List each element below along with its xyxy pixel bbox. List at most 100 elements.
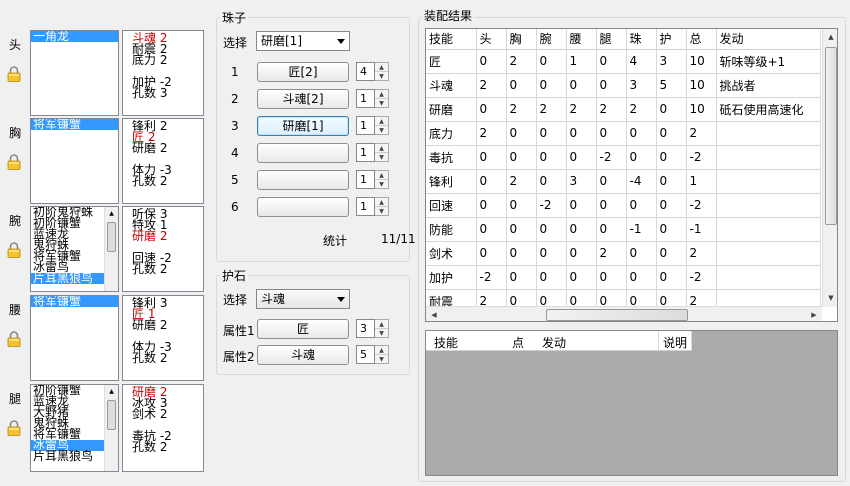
table-cell: 0 (596, 169, 627, 194)
up-arrow-icon[interactable]: ▲ (375, 198, 388, 207)
scroll-down-icon[interactable]: ▼ (824, 291, 837, 305)
bead-button[interactable] (257, 143, 349, 163)
armor-list-item[interactable]: 片耳黑狼鸟 (31, 450, 104, 462)
hscroll-thumb[interactable] (546, 309, 688, 321)
bead-row-number: 1 (231, 65, 239, 79)
table-row[interactable]: 回速 0 0 -2 0 0 0 0 -2 (426, 193, 821, 218)
result-column-header[interactable]: 胸 (506, 29, 537, 50)
scroll-thumb[interactable] (107, 400, 116, 430)
bead-row-number: 2 (231, 92, 239, 106)
table-cell: 10 (686, 97, 717, 122)
lock-icon[interactable] (7, 331, 21, 347)
up-arrow-icon[interactable]: ▲ (375, 63, 388, 72)
down-arrow-icon[interactable]: ▼ (375, 153, 388, 162)
table-row[interactable]: 毒抗 0 0 0 0 -2 0 0 -2 (426, 145, 821, 170)
armor-listbox[interactable]: 将军镰蟹 (30, 118, 119, 204)
table-cell: 0 (656, 145, 687, 170)
armor-list-item[interactable]: 将军镰蟹 (31, 119, 118, 130)
result-column-header[interactable]: 护 (656, 29, 687, 50)
result-column-header[interactable]: 总 (686, 29, 717, 50)
result-column-header[interactable]: 腕 (536, 29, 567, 50)
lock-icon[interactable] (7, 242, 21, 258)
table-row[interactable]: 斗魂 2 0 0 0 0 3 5 10 挑战者 (426, 73, 821, 98)
up-arrow-icon[interactable]: ▲ (375, 171, 388, 180)
amulet-attr1-button[interactable]: 匠 (257, 319, 349, 339)
amulet-attr2-button[interactable]: 斗魂 (257, 345, 349, 365)
scroll-up-icon[interactable]: ▲ (105, 207, 118, 220)
result-hscroll[interactable]: ◀ ▶ (426, 306, 822, 321)
table-row[interactable]: 防能 0 0 0 0 0 -1 0 -1 (426, 217, 821, 242)
scroll-left-icon[interactable]: ◀ (427, 308, 441, 321)
table-cell: 0 (626, 121, 657, 146)
down-arrow-icon[interactable]: ▼ (375, 180, 388, 189)
down-arrow-icon[interactable]: ▼ (375, 99, 388, 108)
amulet-attr2-count[interactable]: 5 (356, 345, 375, 364)
scroll-up-icon[interactable]: ▲ (105, 385, 118, 398)
armor-list-item[interactable]: 将军镰蟹 (31, 296, 118, 307)
lock-icon[interactable] (7, 420, 21, 436)
table-cell: 0 (476, 169, 507, 194)
bead-count[interactable]: 1 (356, 89, 375, 108)
scroll-thumb[interactable] (107, 222, 116, 252)
down-arrow-icon[interactable]: ▼ (375, 207, 388, 216)
result-vscroll[interactable]: ▲ ▼ (822, 29, 837, 307)
down-arrow-icon[interactable]: ▼ (375, 72, 388, 81)
down-arrow-icon[interactable]: ▼ (375, 355, 388, 364)
amulet-attr1-count[interactable]: 3 (356, 319, 375, 338)
table-row[interactable]: 剑术 0 0 0 0 2 0 0 2 (426, 241, 821, 266)
table-cell: 挑战者 (716, 73, 821, 98)
bead-count[interactable]: 1 (356, 197, 375, 216)
table-cell: 0 (656, 217, 687, 242)
table-row[interactable]: 研磨 0 2 2 2 2 2 0 10 砥石使用高速化 (426, 97, 821, 122)
detail-col-desc[interactable]: 说明 (663, 334, 687, 351)
result-column-header[interactable]: 技能 (426, 29, 477, 50)
scroll-up-icon[interactable]: ▲ (824, 30, 837, 44)
table-row[interactable]: 锋利 0 2 0 3 0 -4 0 1 (426, 169, 821, 194)
armor-list-scrollbar[interactable]: ▲ (104, 385, 118, 471)
beads-select[interactable]: 研磨[1] (256, 31, 350, 51)
armor-list-scrollbar[interactable]: ▲ (104, 207, 118, 291)
amulet-attr1-label: 属性1 (223, 324, 255, 338)
detail-col-skill[interactable]: 技能 (434, 334, 458, 351)
down-arrow-icon[interactable]: ▼ (375, 126, 388, 135)
lock-icon[interactable] (7, 66, 21, 82)
scroll-right-icon[interactable]: ▶ (807, 308, 821, 321)
armor-listbox[interactable]: 将军镰蟹 (30, 295, 119, 381)
bead-button[interactable]: 斗魂[2] (257, 89, 349, 109)
armor-listbox[interactable]: 初阶鬼狩蛛 初阶镰蟹 蓝速龙 鬼狩蛛 将军镰蟹 冰雷鸟 片耳黑狼鸟 ▲ (30, 206, 119, 292)
up-arrow-icon[interactable]: ▲ (375, 320, 388, 329)
table-row[interactable]: 匠 0 2 0 1 0 4 3 10 斩味等级+1 (426, 49, 821, 74)
up-arrow-icon[interactable]: ▲ (375, 117, 388, 126)
up-arrow-icon[interactable]: ▲ (375, 346, 388, 355)
armor-listbox[interactable]: 一角龙 (30, 30, 119, 116)
up-arrow-icon[interactable]: ▲ (375, 90, 388, 99)
result-column-header[interactable]: 腰 (566, 29, 597, 50)
result-column-header[interactable]: 头 (476, 29, 507, 50)
bead-count[interactable]: 1 (356, 116, 375, 135)
armor-list-item[interactable]: 片耳黑狼鸟 (31, 272, 104, 284)
armor-list-item[interactable]: 一角龙 (31, 31, 118, 42)
bead-count[interactable]: 1 (356, 170, 375, 189)
table-row[interactable]: 加护 -2 0 0 0 0 0 0 -2 (426, 265, 821, 290)
bead-count[interactable]: 4 (356, 62, 375, 81)
result-column-header[interactable]: 珠 (626, 29, 657, 50)
up-arrow-icon[interactable]: ▲ (375, 144, 388, 153)
bead-button[interactable]: 匠[2] (257, 62, 349, 82)
scroll-thumb[interactable] (825, 47, 837, 225)
bead-button[interactable] (257, 197, 349, 217)
lock-icon[interactable] (7, 154, 21, 170)
detail-col-points[interactable]: 点 (512, 334, 524, 351)
table-cell: 2 (686, 241, 717, 266)
armor-stat-line: 剑术 2 (132, 407, 168, 421)
detail-col-activate[interactable]: 发动 (542, 334, 566, 351)
amulet-select[interactable]: 斗魂 (256, 289, 350, 309)
result-column-header[interactable]: 发动 (716, 29, 821, 50)
table-row[interactable]: 底力 2 0 0 0 0 0 0 2 (426, 121, 821, 146)
bead-count[interactable]: 1 (356, 143, 375, 162)
bead-button[interactable]: 研磨[1] (257, 116, 349, 136)
result-column-header[interactable]: 腿 (596, 29, 627, 50)
armor-listbox[interactable]: 初阶镰蟹 蓝速龙 大野猪 鬼狩蛛 将军镰蟹 冰雷鸟 片耳黑狼鸟 ▲ (30, 384, 119, 472)
armor-stats: 研磨 2 冰攻 3 剑术 2 毒抗 -2 孔数 2 (122, 384, 204, 472)
bead-button[interactable] (257, 170, 349, 190)
down-arrow-icon[interactable]: ▼ (375, 329, 388, 338)
